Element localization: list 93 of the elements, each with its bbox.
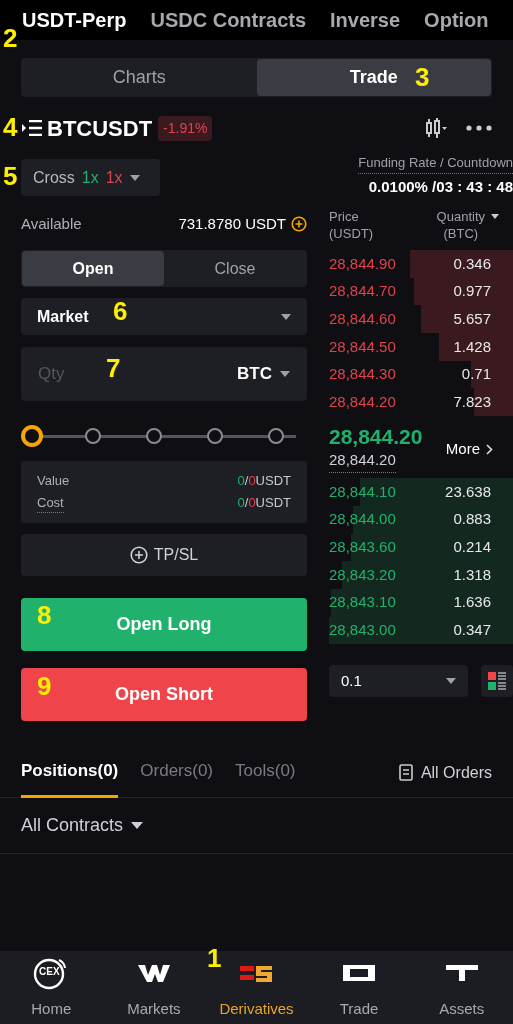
slider-step bbox=[268, 428, 284, 444]
summary-label: Cost bbox=[37, 493, 64, 513]
document-icon bbox=[398, 764, 413, 781]
symbol-name[interactable]: BTCUSDT bbox=[47, 111, 153, 145]
price-cell-text: 28,844.60 bbox=[329, 308, 396, 329]
precision-dropdown[interactable]: 0.1 bbox=[329, 665, 468, 698]
price-cell-text: 28,844.90 bbox=[329, 253, 396, 274]
nav-label[interactable]: Home bbox=[31, 997, 72, 1020]
view-tab[interactable]: Charts bbox=[22, 59, 257, 96]
tpsl-button[interactable]: TP/SL bbox=[21, 534, 307, 576]
caret-icon bbox=[446, 678, 456, 685]
callout-number: 1 bbox=[207, 945, 222, 971]
margin-mode-dropdown[interactable]: Cross 1x 1x bbox=[21, 159, 160, 196]
funding-value: 0.0100% /03 : 43 : 48 bbox=[368, 176, 513, 197]
summary-value: 0/0USDT bbox=[237, 493, 291, 512]
price-cell-text: 28,844.00 bbox=[329, 509, 396, 530]
available-value: 731.8780 USDT bbox=[178, 213, 286, 234]
callout-number: 4 bbox=[3, 114, 18, 140]
callout-number: 3 bbox=[415, 64, 430, 90]
quantity-cell-text: 0.346 bbox=[453, 253, 491, 274]
quantity-cell-text: 1.318 bbox=[453, 564, 491, 585]
nav-label[interactable]: Markets bbox=[127, 997, 181, 1020]
nav-label[interactable]: Derivatives bbox=[219, 997, 294, 1020]
add-icon bbox=[129, 546, 148, 564]
caret-icon bbox=[280, 371, 290, 377]
market-tab[interactable]: Option bbox=[424, 5, 489, 35]
side-tab[interactable]: Open bbox=[22, 251, 164, 286]
icon-text: CEX bbox=[38, 964, 61, 979]
price-cell-text: 28,843.10 bbox=[329, 592, 396, 613]
quantity-cell-text: 0.347 bbox=[453, 620, 491, 641]
market-tab[interactable]: USDC Contracts bbox=[150, 5, 307, 35]
callout-number: 5 bbox=[3, 163, 18, 189]
caret-icon bbox=[129, 174, 140, 181]
position-tab[interactable]: Orders(0) bbox=[140, 747, 214, 798]
price-cell-text: 28,844.50 bbox=[329, 336, 396, 357]
price-cell-text: 28,843.00 bbox=[329, 620, 396, 641]
price-cell-text: 28,843.20 bbox=[329, 564, 396, 585]
funding-label: Funding Rate / Countdown bbox=[358, 153, 513, 174]
all-orders-button[interactable]: All Orders bbox=[398, 760, 492, 785]
change-badge: -1.91% bbox=[158, 115, 213, 141]
quantity-cell-text: 7.823 bbox=[453, 392, 491, 413]
more-icon[interactable] bbox=[466, 125, 492, 131]
layout-toggle-icon[interactable] bbox=[481, 665, 513, 698]
slider-step bbox=[146, 428, 162, 444]
more-link[interactable]: More bbox=[445, 437, 493, 461]
price-cell-text: 28,844.10 bbox=[329, 481, 396, 502]
nav-label[interactable]: Assets bbox=[439, 997, 485, 1020]
slider-thumb[interactable] bbox=[21, 425, 43, 447]
summary-value: 0/0USDT bbox=[237, 471, 291, 490]
caret-icon bbox=[281, 313, 291, 320]
callout-number: 6 bbox=[113, 298, 128, 324]
caret-icon bbox=[131, 822, 144, 829]
menu-icon[interactable] bbox=[22, 120, 42, 136]
slider-step bbox=[207, 428, 223, 444]
price-cell-text: 28,844.70 bbox=[329, 281, 396, 302]
trade-icon[interactable] bbox=[343, 964, 376, 981]
mark-price: 28,844.20 bbox=[329, 449, 396, 473]
column-header: Quantity (BTC) bbox=[436, 208, 485, 242]
quantity-cell-text: 23.638 bbox=[445, 481, 491, 502]
market-tab[interactable]: Inverse bbox=[330, 5, 401, 35]
assets-icon[interactable] bbox=[445, 964, 478, 981]
quantity-cell-text: 0.71 bbox=[461, 364, 491, 385]
derivatives-icon[interactable] bbox=[240, 963, 273, 982]
unit-selector[interactable]: BTC bbox=[237, 361, 290, 387]
add-icon[interactable] bbox=[291, 216, 307, 232]
price-cell-text: 28,843.60 bbox=[329, 537, 396, 558]
caret-icon[interactable] bbox=[491, 214, 499, 219]
chevron-right-icon bbox=[486, 443, 493, 455]
callout-number: 9 bbox=[37, 673, 52, 699]
candlestick-icon[interactable] bbox=[426, 117, 448, 139]
price-cell-text: 28,844.30 bbox=[329, 364, 396, 385]
last-price: 28,844.20 bbox=[329, 425, 423, 450]
available-label: Available bbox=[21, 213, 82, 234]
position-tab[interactable]: Positions(0) bbox=[21, 747, 119, 798]
quantity-cell-text: 0.883 bbox=[453, 509, 491, 530]
markets-icon[interactable] bbox=[137, 962, 170, 983]
market-tab[interactable]: USDT-Perp bbox=[22, 5, 127, 35]
position-tab[interactable]: Tools(0) bbox=[235, 747, 296, 798]
side-tab[interactable]: Close bbox=[164, 251, 306, 286]
quantity-cell-text: 1.428 bbox=[453, 336, 491, 357]
callout-number: 2 bbox=[3, 25, 18, 51]
summary-label: Value bbox=[37, 471, 70, 490]
callout-number: 7 bbox=[106, 355, 121, 381]
quantity-cell-text: 0.214 bbox=[453, 537, 491, 558]
slider-step bbox=[85, 428, 101, 444]
quantity-cell-text: 1.636 bbox=[453, 592, 491, 613]
nav-label[interactable]: Trade bbox=[339, 997, 379, 1020]
contracts-filter[interactable]: All Contracts bbox=[21, 812, 144, 839]
quantity-cell-text: 5.657 bbox=[453, 308, 491, 329]
price-cell-text: 28,844.20 bbox=[329, 392, 396, 413]
callout-number: 8 bbox=[37, 602, 52, 628]
quantity-cell-text: 0.977 bbox=[453, 281, 491, 302]
column-header: Price (USDT) bbox=[329, 208, 374, 242]
